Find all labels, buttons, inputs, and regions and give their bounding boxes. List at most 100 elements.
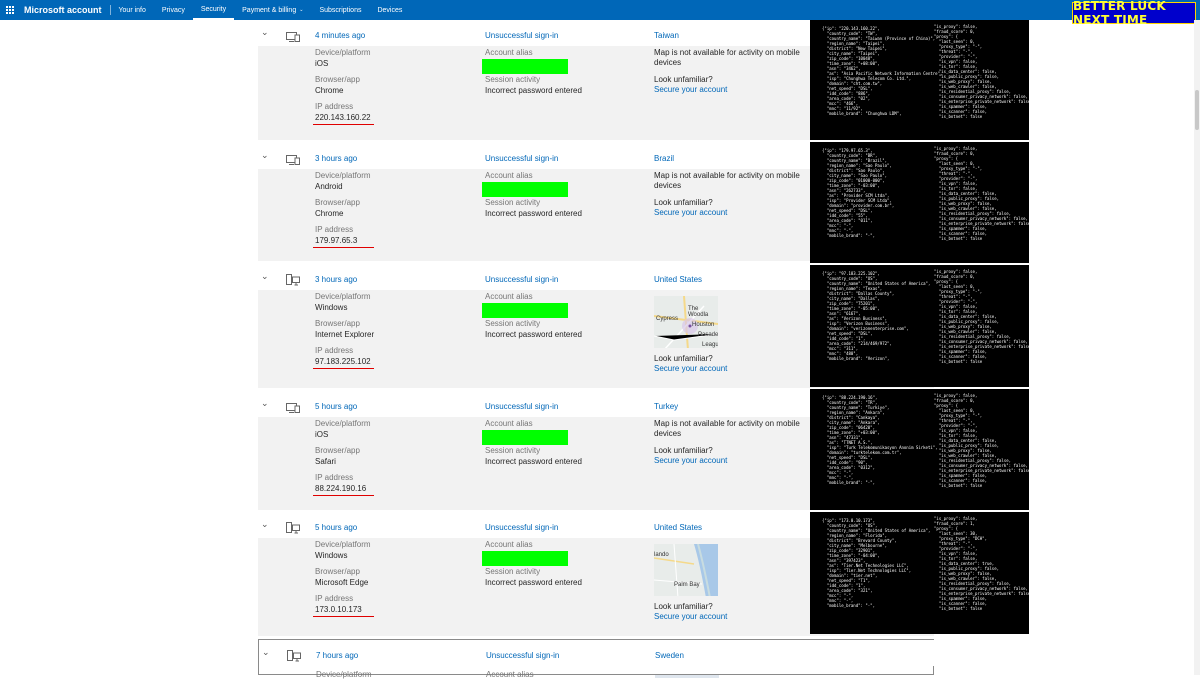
app-launcher-icon[interactable]: [0, 0, 20, 20]
ip-proxy-json-text: "is_proxy": false, "fraud_score": 0, "pr…: [934, 269, 1029, 364]
top-nav-bar: Microsoft account Your info Privacy Secu…: [0, 0, 1200, 20]
desktop-device-icon: [286, 521, 300, 534]
device-platform-value: iOS: [315, 430, 329, 439]
ip-address-value: 179.97.65.3: [315, 236, 358, 245]
ip-underline: [313, 368, 374, 369]
nav-your-info[interactable]: Your info: [111, 0, 154, 20]
brand-title[interactable]: Microsoft account: [20, 5, 111, 15]
unfamiliar-label: Look unfamiliar?: [654, 602, 713, 611]
ip-geo-json-text: {"ip": "173.0.10.173", "country_code": "…: [822, 518, 931, 608]
chevron-down-icon[interactable]: ⌄: [262, 647, 270, 658]
unfamiliar-label: Look unfamiliar?: [654, 354, 713, 363]
browser-app-label: Browser/app: [315, 75, 360, 84]
device-platform-label: Device/platform: [315, 292, 371, 301]
desktop-device-icon: [286, 273, 300, 286]
activity-status: Unsuccessful sign-in: [486, 651, 560, 660]
chevron-down-icon[interactable]: ⌄: [261, 398, 269, 409]
ip-lookup-json: {"ip": "220.143.160.22", "country_code":…: [810, 20, 1029, 140]
ip-proxy-json-text: "is_proxy": false, "fraud_score": 0, "pr…: [934, 24, 1029, 119]
activity-country: Brazil: [654, 154, 675, 163]
session-activity-value: Incorrect password entered: [485, 457, 582, 466]
session-activity-label: Session activity: [485, 319, 541, 328]
main-nav: Your info Privacy Security Payment & bil…: [111, 0, 411, 20]
ip-underline: [313, 616, 374, 617]
location-map[interactable]: The Woodla Cypress Houston Pasade Leagu: [654, 296, 718, 348]
ip-address-value: 173.0.10.173: [315, 605, 362, 614]
unfamiliar-label: Look unfamiliar?: [654, 446, 713, 455]
mobile-device-icon: [286, 152, 300, 165]
activity-status: Unsuccessful sign-in: [485, 523, 559, 532]
device-platform-label: Device/platform: [315, 540, 371, 549]
activity-country: Sweden: [655, 651, 684, 660]
ip-lookup-json: {"ip": "173.0.10.173", "country_code": "…: [810, 512, 1029, 634]
browser-app-value: Safari: [315, 457, 336, 466]
activity-country: Turkey: [654, 402, 679, 411]
ip-underline: [313, 247, 374, 248]
device-platform-label: Device/platform: [315, 419, 371, 428]
secure-account-link[interactable]: Secure your account: [654, 612, 727, 621]
ip-lookup-json: {"ip": "97.183.225.102", "country_code":…: [810, 265, 1029, 387]
map-place-label: Pasade: [698, 332, 718, 338]
device-platform-label: Device/platform: [315, 48, 371, 57]
ip-address-value: 88.224.190.16: [315, 484, 367, 493]
nav-subscriptions[interactable]: Subscriptions: [311, 0, 369, 20]
ip-address-label: IP address: [315, 225, 354, 234]
nav-security[interactable]: Security: [192, 0, 235, 20]
activity-header[interactable]: ⌄ 7 hours ago Unsuccessful sign-in Sweden: [259, 640, 935, 666]
map-place-label: Houston: [692, 322, 715, 328]
ip-proxy-json-text: "is_proxy": false, "fraud_score": 0, "pr…: [934, 146, 1029, 241]
unfamiliar-label: Look unfamiliar?: [654, 75, 713, 84]
ip-geo-json-text: {"ip": "97.183.225.102", "country_code":…: [822, 271, 931, 361]
ip-address-value: 220.143.160.22: [315, 113, 371, 122]
secure-account-link[interactable]: Secure your account: [654, 456, 727, 465]
browser-app-label: Browser/app: [315, 319, 360, 328]
map-unavailable-note: Map is not available for activity on mob…: [654, 419, 800, 438]
session-activity-value: Incorrect password entered: [485, 86, 582, 95]
account-alias-label: Account alias: [485, 540, 533, 549]
location-map[interactable]: lando Palm Bay: [654, 544, 718, 596]
browser-app-label: Browser/app: [315, 446, 360, 455]
browser-app-label: Browser/app: [315, 198, 360, 207]
chevron-down-icon[interactable]: ⌄: [261, 150, 269, 161]
session-activity-label: Session activity: [485, 198, 541, 207]
map-place-label: Cypress: [656, 316, 679, 322]
nav-privacy[interactable]: Privacy: [154, 0, 193, 20]
map-unavailable-note: Map is not available for activity on mob…: [654, 171, 800, 190]
chevron-down-icon[interactable]: ⌄: [261, 271, 269, 282]
ip-address-label: IP address: [315, 473, 354, 482]
device-platform-value: Windows: [315, 551, 348, 560]
ip-lookup-json: {"ip": "179.97.65.3", "country_code": "B…: [810, 142, 1029, 263]
desktop-device-icon: [287, 649, 301, 662]
ip-address-label: IP address: [315, 594, 354, 603]
redacted-alias: [482, 430, 568, 445]
chevron-down-icon[interactable]: ⌄: [261, 519, 269, 530]
ip-proxy-json-text: "is_proxy": false, "fraud_score": 0, "pr…: [934, 393, 1029, 488]
scrollbar-thumb[interactable]: [1195, 90, 1199, 130]
browser-app-value: Internet Explorer: [315, 330, 375, 339]
redacted-alias: [482, 551, 568, 566]
redacted-alias: [482, 303, 568, 318]
scrollbar[interactable]: [1194, 20, 1200, 675]
secure-account-link[interactable]: Secure your account: [654, 364, 727, 373]
session-activity-label: Session activity: [485, 75, 541, 84]
browser-app-value: Chrome: [315, 209, 344, 218]
chevron-down-icon: ⌄: [299, 7, 304, 13]
activity-status: Unsuccessful sign-in: [485, 31, 559, 40]
activity-status: Unsuccessful sign-in: [485, 275, 559, 284]
redacted-alias: [482, 182, 568, 197]
ip-address-value: 97.183.225.102: [315, 357, 371, 366]
nav-payment-billing[interactable]: Payment & billing ⌄: [234, 0, 311, 20]
device-platform-value: Android: [315, 182, 343, 191]
map-place-label: Palm Bay: [674, 582, 700, 588]
secure-account-link[interactable]: Secure your account: [654, 208, 727, 217]
nav-payment-label: Payment & billing: [242, 6, 297, 14]
chevron-down-icon[interactable]: ⌄: [261, 27, 269, 38]
nav-devices[interactable]: Devices: [369, 0, 410, 20]
activity-time: 3 hours ago: [315, 154, 358, 163]
redacted-alias: [482, 59, 568, 74]
ip-underline: [313, 124, 374, 125]
session-activity-value: Incorrect password entered: [485, 209, 582, 218]
location-map[interactable]: [655, 670, 719, 678]
ip-geo-json-text: {"ip": "179.97.65.3", "country_code": "B…: [822, 148, 895, 238]
secure-account-link[interactable]: Secure your account: [654, 85, 727, 94]
